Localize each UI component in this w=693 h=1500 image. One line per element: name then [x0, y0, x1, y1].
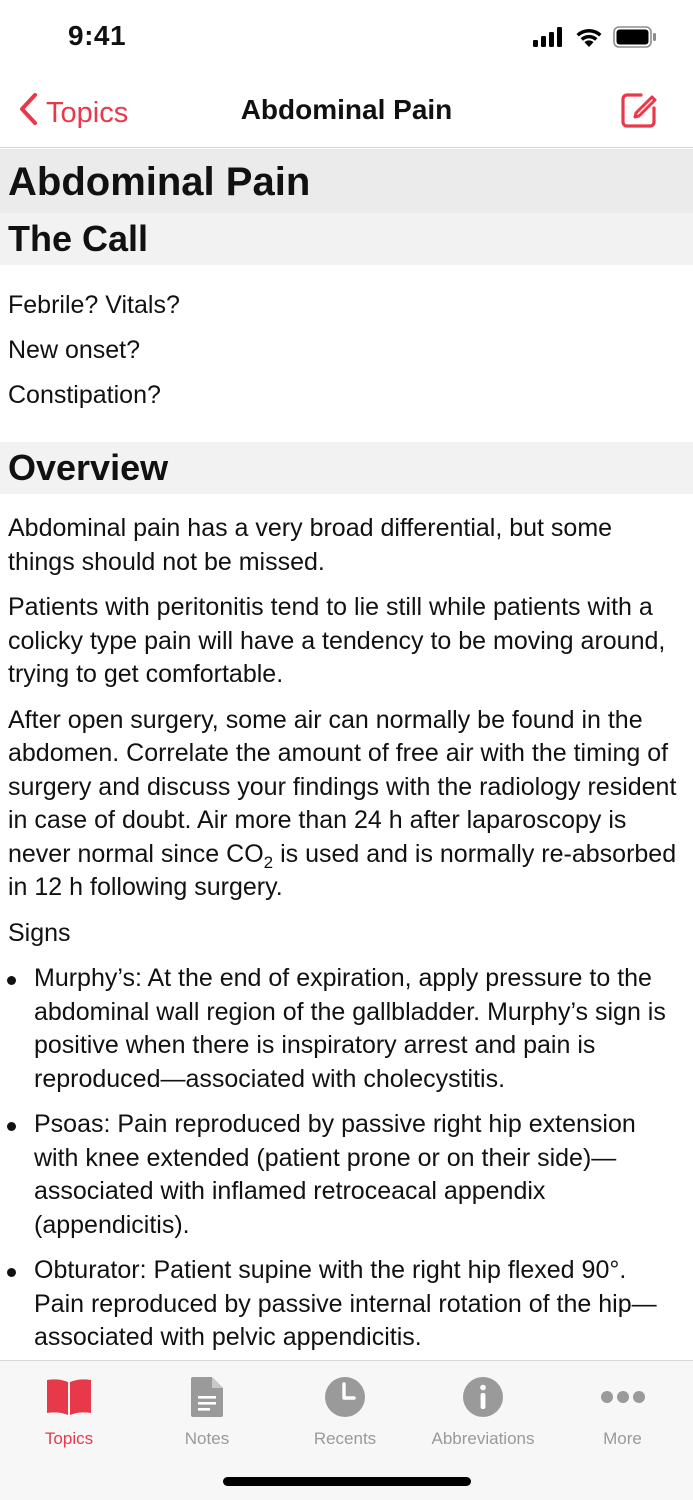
app-screen: 9:41 Topics Abdominal Pain Abdominal Pai…: [0, 0, 693, 1500]
list-item: Obturator: Patient supine with the right…: [0, 1254, 693, 1355]
section-heading-the-call: The Call: [0, 213, 693, 265]
document-icon: [138, 1373, 276, 1421]
overview-paragraph: Abdominal pain has a very broad differen…: [8, 514, 613, 576]
overview-paragraph: After open surgery, some air can normall…: [8, 705, 677, 902]
the-call-list: Febrile? Vitals? New onset? Constipation…: [0, 265, 693, 418]
tab-label: More: [603, 1429, 642, 1448]
tab-abbreviations[interactable]: Abbreviations: [414, 1373, 552, 1449]
list-item: Psoas: Pain reproduced by passive right …: [0, 1108, 693, 1242]
tab-topics[interactable]: Topics: [0, 1373, 138, 1449]
book-icon: [0, 1373, 138, 1421]
navigation-bar: Topics Abdominal Pain: [0, 76, 693, 148]
bullet-icon: [7, 1122, 16, 1131]
call-item: Febrile? Vitals?: [8, 291, 180, 319]
compose-button[interactable]: [619, 90, 659, 135]
tab-bar: Topics Notes Recents Abbreviations More: [0, 1360, 693, 1500]
clock-icon: [276, 1373, 414, 1421]
nav-title: Abdominal Pain: [240, 94, 453, 125]
bullet-icon: [7, 1268, 16, 1277]
tab-label: Recents: [313, 1429, 377, 1448]
home-indicator[interactable]: [223, 1477, 471, 1486]
list-item: Murphy’s: At the end of expiration, appl…: [0, 962, 693, 1096]
tab-recents[interactable]: Recents: [276, 1373, 414, 1449]
topic-content[interactable]: Abdominal Pain The Call Febrile? Vitals?…: [0, 149, 693, 1360]
battery-icon: [613, 26, 657, 53]
call-item: Constipation?: [8, 381, 161, 409]
overview-paragraph: Patients with peritonitis tend to lie st…: [8, 593, 666, 688]
signs-label: Signs: [8, 918, 71, 947]
compose-icon: [619, 93, 659, 134]
bullet-icon: [7, 976, 16, 985]
more-icon: [552, 1373, 693, 1421]
signs-list: Murphy’s: At the end of expiration, appl…: [0, 962, 693, 1355]
info-icon: [414, 1373, 552, 1421]
wifi-icon: [575, 27, 603, 53]
tab-label: Topics: [44, 1429, 94, 1448]
status-time: 9:41: [68, 20, 127, 51]
call-item: New onset?: [8, 336, 141, 364]
status-bar: 9:41: [0, 0, 693, 76]
page-title: Abdominal Pain: [0, 149, 693, 213]
tab-label: Abbreviations: [431, 1429, 535, 1448]
section-heading-overview: Overview: [0, 442, 693, 494]
cellular-signal-icon: [533, 27, 565, 52]
tab-label: Notes: [184, 1429, 230, 1448]
status-icons: [533, 26, 657, 53]
tab-notes[interactable]: Notes: [138, 1373, 276, 1449]
tab-more[interactable]: More: [552, 1373, 693, 1449]
